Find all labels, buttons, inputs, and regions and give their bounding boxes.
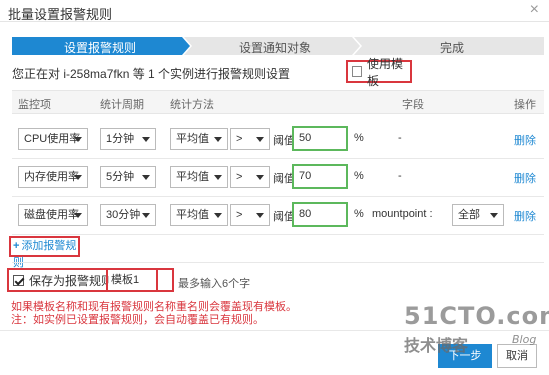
delete-rule-link[interactable]: 删除 [514,208,536,224]
threshold-input[interactable]: 70 [292,164,348,189]
use-template-label: 使用模板 [367,56,404,88]
chevron-down-icon [256,213,264,218]
chevron-down-icon [490,213,498,218]
add-rule-link[interactable]: + 添加报警规则 [9,236,80,269]
operator-select[interactable]: > [230,204,270,226]
step-set-notify: 设置通知对象 [238,41,311,55]
delete-rule-link[interactable]: 删除 [514,132,536,148]
chevron-down-icon [74,213,82,218]
rule-row: CPU使用率 1分钟 平均值 > 阈值 50 % - 删除 [12,117,544,159]
template-name-input[interactable]: 模板1 [109,271,155,289]
operator-select[interactable]: > [230,166,270,188]
unit-label: % [354,208,364,220]
field-value: - [398,132,402,144]
period-select[interactable]: 1分钟 [100,128,156,150]
header-period: 统计周期 [100,99,144,111]
use-template-checkbox[interactable]: 使用模板 [346,57,412,88]
rule-row: 内存使用率 5分钟 平均值 > 阈值 70 % - 删除 [12,155,544,197]
watermark-line2: 技术博客 [404,336,469,355]
step-done: 完成 [439,41,464,55]
header-metric: 监控项 [18,99,51,111]
metric-select[interactable]: 内存使用率 [18,166,88,188]
chevron-down-icon [214,213,222,218]
method-select[interactable]: 平均值 [170,166,228,188]
chevron-down-icon [74,175,82,180]
chevron-down-icon [142,137,150,142]
watermark-line1: 51CTO.com [404,302,549,330]
dialog-title: 批量设置报警规则 [8,7,113,22]
rules-table-header: 监控项 统计周期 统计方法 字段 操作 [12,90,544,114]
dialog-titlebar: 批量设置报警规则 × [0,0,549,22]
chevron-down-icon [142,213,150,218]
unit-label: % [354,132,364,144]
chevron-down-icon [74,137,82,142]
divider [12,262,544,263]
plus-icon: + [13,240,20,252]
chevron-down-icon [256,175,264,180]
chevron-down-icon [142,175,150,180]
use-template-checkbox-box[interactable] [352,66,363,77]
metric-select[interactable]: 磁盘使用率 [18,204,88,226]
delete-rule-link[interactable]: 删除 [514,170,536,186]
method-select[interactable]: 平均值 [170,128,228,150]
step-set-rules: 设置报警规则 [63,41,136,55]
watermark-line3: Blog [512,333,537,346]
operator-select[interactable]: > [230,128,270,150]
save-template-checkbox-box[interactable] [13,274,24,286]
header-field: 字段 [402,99,424,111]
close-icon[interactable]: × [530,2,539,18]
period-select[interactable]: 30分钟 [100,204,156,226]
threshold-input[interactable]: 80 [292,202,348,227]
threshold-input[interactable]: 50 [292,126,348,151]
field-label: mountpoint : [372,208,433,220]
field-value: - [398,170,402,182]
chevron-down-icon [214,137,222,142]
chevron-down-icon [214,175,222,180]
template-name-hint: 最多输入6个字 [178,278,251,290]
method-select[interactable]: 平均值 [170,204,228,226]
watermark: 51CTO.com 技术博客 Blog [404,302,549,362]
header-action: 操作 [514,99,536,111]
metric-select[interactable]: CPU使用率 [18,128,88,150]
mountpoint-select[interactable]: 全部 [452,204,504,226]
header-method: 统计方法 [170,99,214,111]
wizard-steps: 设置报警规则 设置通知对象 完成 [12,37,544,55]
unit-label: % [354,170,364,182]
chevron-down-icon [256,137,264,142]
instance-info: 您正在对 i-258ma7fkn 等 1 个实例进行报警规则设置 [12,67,291,81]
warning-text: 注：如实例已设置报警规则，会自动覆盖已有规则。 [11,314,264,326]
period-select[interactable]: 5分钟 [100,166,156,188]
rule-row: 磁盘使用率 30分钟 平均值 > 阈值 80 % mountpoint : 全部… [12,193,544,235]
add-rule-label: 添加报警规则 [13,240,77,269]
